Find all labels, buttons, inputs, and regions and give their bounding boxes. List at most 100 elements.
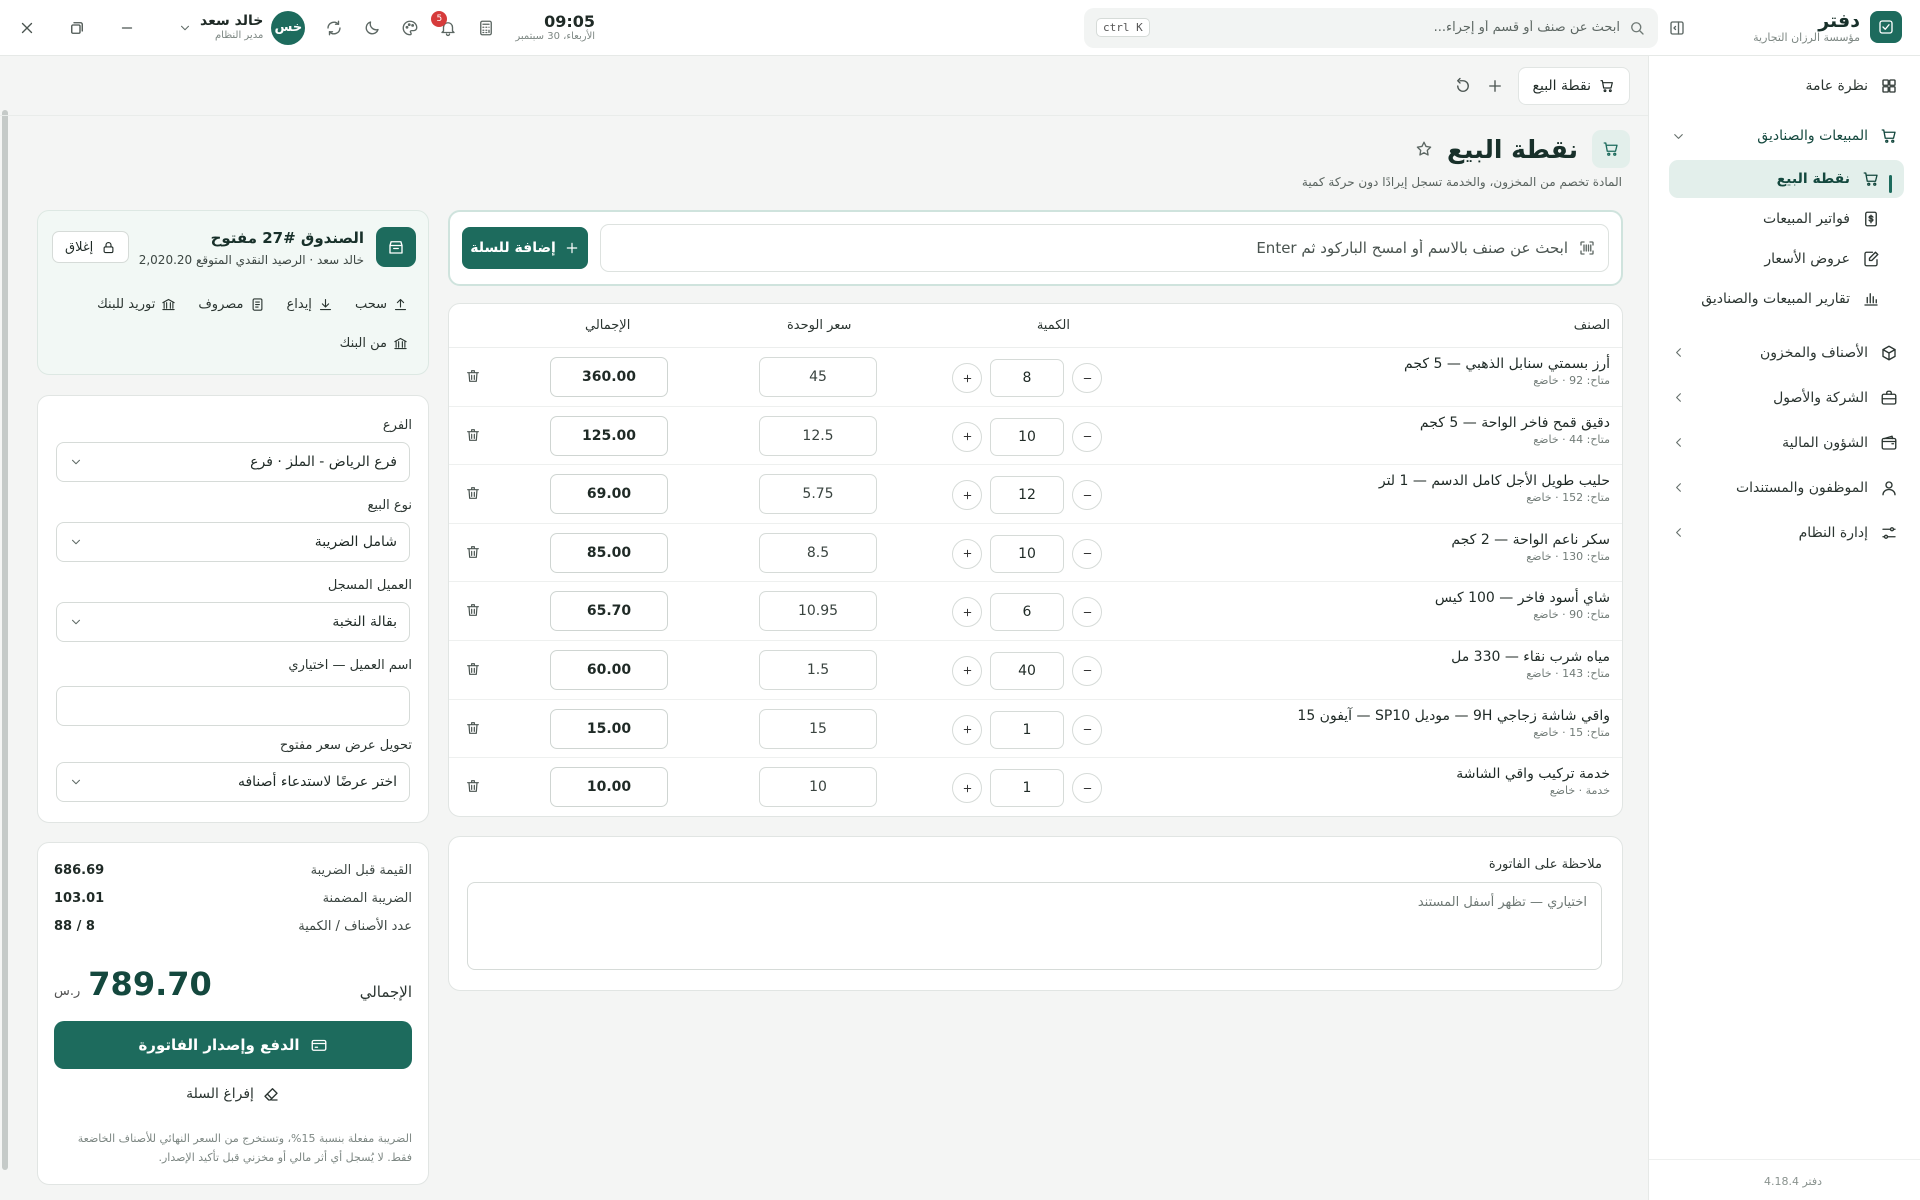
deposit-button[interactable]: إيداع [287, 297, 333, 312]
sidebar-group-label: الشؤون المالية [1782, 434, 1868, 451]
unit-price-input[interactable] [759, 532, 877, 573]
increment-button[interactable] [952, 363, 982, 393]
customer-name-input[interactable] [56, 686, 410, 726]
unit-price-input[interactable] [759, 708, 877, 749]
restore-icon[interactable] [68, 19, 86, 37]
sidebar-group-company[interactable]: الشركة والأصول [1649, 375, 1920, 420]
clock: 09:05 الأربعاء، 30 سبتمبر [515, 13, 595, 42]
unit-price-input[interactable] [759, 415, 877, 456]
unit-price-input[interactable] [759, 357, 877, 397]
close-cashbox-button[interactable]: إغلاق [52, 231, 130, 263]
quantity-input[interactable] [990, 359, 1064, 397]
add-to-cart-button[interactable]: إضافة للسلة [462, 227, 588, 269]
barcode-input[interactable] [613, 239, 1568, 257]
customer-select[interactable]: بقالة النخبة [56, 602, 410, 642]
sale-type-select[interactable]: شامل الضريبة [56, 522, 410, 562]
increment-button[interactable] [952, 773, 982, 804]
sidebar-group-system[interactable]: إدارة النظام [1649, 510, 1920, 555]
decrement-button[interactable] [1072, 421, 1102, 452]
sidebar-group-sales[interactable]: المبيعات والصناديق [1649, 116, 1920, 156]
line-total: 60.00 [550, 649, 668, 690]
page-title: نقطة البيع [1446, 134, 1578, 164]
increment-button[interactable] [952, 655, 982, 686]
unit-price-input[interactable] [759, 649, 877, 690]
global-search[interactable]: ctrl K [1084, 7, 1658, 48]
sidebar-group-inventory[interactable]: الأصناف والمخزون [1649, 330, 1920, 375]
decrement-button[interactable] [1072, 655, 1102, 686]
notifications-button[interactable]: 5 [431, 10, 457, 37]
add-item-bar: إضافة للسلة [448, 210, 1623, 286]
withdraw-button[interactable]: سحب [355, 297, 408, 312]
sidebar-item-overview[interactable]: نظرة عامة [1649, 66, 1920, 106]
scrollbar[interactable] [2, 110, 8, 1170]
item-stock: متاح: 90 · خاضع [1533, 608, 1610, 622]
plus-icon[interactable] [1486, 77, 1504, 95]
increment-button[interactable] [952, 421, 982, 452]
quantity-input[interactable] [990, 710, 1064, 749]
pay-and-issue-button[interactable]: الدفع وإصدار الفاتورة [54, 1021, 412, 1069]
trash-icon[interactable] [465, 485, 481, 501]
quantity-input[interactable] [990, 476, 1064, 515]
increment-button[interactable] [952, 597, 982, 628]
decrement-button[interactable] [1072, 773, 1102, 804]
empty-cart-button[interactable]: إفراغ السلة [38, 1085, 428, 1103]
unit-price-input[interactable] [759, 591, 877, 632]
add-to-cart-label: إضافة للسلة [470, 240, 556, 256]
decrement-button[interactable] [1072, 538, 1102, 569]
trash-icon[interactable] [465, 602, 481, 618]
minimize-icon[interactable] [118, 19, 136, 37]
decrement-button[interactable] [1072, 714, 1102, 745]
quantity-input[interactable] [990, 769, 1064, 808]
quantity-input[interactable] [990, 651, 1064, 690]
barcode-search[interactable] [600, 224, 1609, 272]
close-icon[interactable] [18, 19, 36, 37]
calculator-icon[interactable] [477, 19, 495, 37]
trash-icon[interactable] [465, 544, 481, 560]
refresh-icon[interactable] [325, 19, 343, 37]
from-bank-button[interactable]: من البنك [340, 336, 408, 351]
palette-icon[interactable] [401, 19, 419, 37]
chevron-down-icon [69, 615, 83, 629]
decrement-button[interactable] [1072, 597, 1102, 628]
sidebar-item-pos[interactable]: نقطة البيع [1669, 160, 1904, 198]
trash-icon[interactable] [465, 368, 481, 384]
increment-button[interactable] [952, 538, 982, 569]
sidebar-group-label: المبيعات والصناديق [1757, 128, 1868, 144]
expense-button[interactable]: مصروف [198, 297, 264, 312]
sidebar-group-employees[interactable]: الموظفون والمستندات [1649, 465, 1920, 510]
quote-select[interactable]: اختر عرضًا لاستدعاء أصنافه [56, 762, 410, 802]
trash-icon[interactable] [465, 778, 481, 794]
grand-total: 789.70 ر.س [54, 965, 212, 1003]
unit-price-input[interactable] [759, 474, 877, 515]
quantity-input[interactable] [990, 534, 1064, 573]
cashbox-title: الصندوق #27 مفتوح [210, 229, 364, 247]
decrement-button[interactable] [1072, 480, 1102, 511]
trash-icon[interactable] [465, 720, 481, 736]
unit-price-input[interactable] [759, 767, 877, 808]
sidebar-group-finance[interactable]: الشؤون المالية [1649, 420, 1920, 465]
trash-icon[interactable] [465, 661, 481, 677]
star-icon[interactable] [1415, 140, 1433, 158]
note-input[interactable] [467, 882, 1602, 970]
quantity-input[interactable] [990, 593, 1064, 632]
sidebar-item-sales-reports[interactable]: تقارير المبيعات والصناديق [1669, 280, 1904, 318]
branch-select[interactable]: فرع الرياض - الملز · فرع [56, 442, 410, 482]
increment-button[interactable] [952, 714, 982, 745]
decrement-button[interactable] [1072, 363, 1102, 393]
user-menu[interactable]: خس خالد سعد مدير النظام [178, 10, 306, 45]
item-name: خدمة تركيب واقي الشاشة [1456, 766, 1610, 783]
pre-tax-label: القيمة قبل الضريبة [310, 863, 412, 878]
trash-icon[interactable] [465, 427, 481, 443]
brand[interactable]: دفتر مؤسسة الرزان التجارية [1712, 10, 1902, 44]
moon-icon[interactable] [363, 19, 381, 37]
sidebar-item-sales-invoices[interactable]: فواتير المبيعات [1669, 200, 1904, 238]
search-input[interactable] [1157, 20, 1620, 35]
sidebar-collapse-icon[interactable] [1668, 19, 1686, 37]
increment-button[interactable] [952, 480, 982, 511]
bank-deposit-button[interactable]: توريد للبنك [97, 297, 176, 312]
sidebar-item-quotes[interactable]: عروض الأسعار [1669, 240, 1904, 278]
item-name: شاي أسود فاخر — 100 كيس [1434, 590, 1610, 607]
reload-icon[interactable] [1454, 77, 1472, 95]
tab-pos[interactable]: نقطة البيع [1517, 66, 1630, 105]
quantity-input[interactable] [990, 417, 1064, 456]
